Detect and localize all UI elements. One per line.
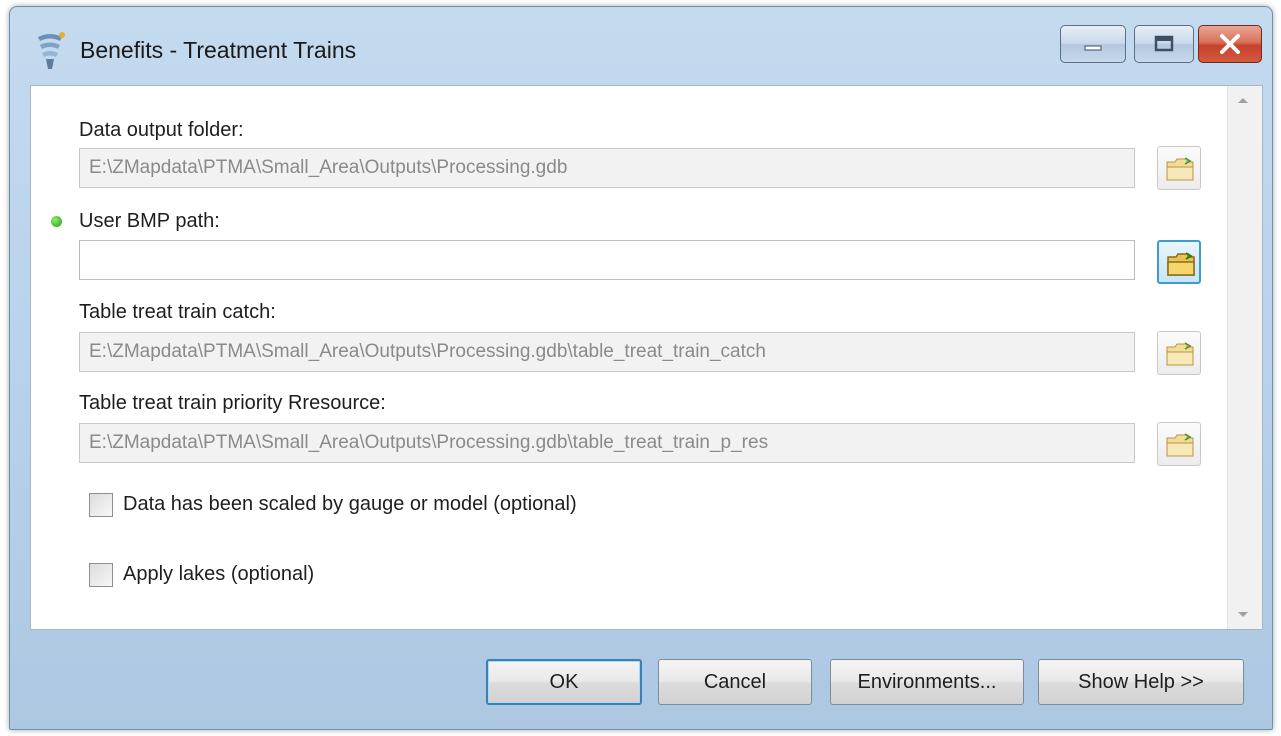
maximize-icon [1154, 35, 1174, 52]
folder-icon [1166, 157, 1194, 181]
folder-icon [1166, 342, 1194, 366]
dialog-window: Benefits - Treatment Trains Data output … [9, 6, 1273, 730]
minimize-button[interactable] [1060, 25, 1126, 63]
close-icon [1220, 34, 1240, 54]
table-treat-train-catch-input[interactable] [79, 332, 1135, 372]
data-output-folder-label: Data output folder: [79, 119, 244, 141]
title-bar[interactable]: Benefits - Treatment Trains [10, 7, 1272, 85]
show-help-button[interactable]: Show Help >> [1038, 659, 1244, 705]
maximize-button[interactable] [1134, 25, 1194, 63]
folder-icon [1167, 252, 1195, 276]
scroll-up-arrow-icon[interactable] [1238, 98, 1248, 103]
app-tool-icon [38, 32, 65, 69]
data-output-folder-browse-button[interactable] [1157, 146, 1201, 190]
minimize-icon [1084, 45, 1102, 51]
table-treat-train-priority-input[interactable] [79, 423, 1135, 463]
user-bmp-path-label: User BMP path: [79, 210, 220, 232]
window-title: Benefits - Treatment Trains [80, 37, 357, 63]
user-bmp-path-input[interactable] [79, 240, 1135, 280]
required-dot-icon [51, 216, 62, 227]
cancel-button[interactable]: Cancel [658, 659, 812, 705]
scaled-by-gauge-label: Data has been scaled by gauge or model (… [123, 493, 577, 515]
environments-button[interactable]: Environments... [830, 659, 1024, 705]
apply-lakes-checkbox[interactable] [89, 563, 113, 587]
table-treat-train-catch-label: Table treat train catch: [79, 301, 276, 323]
user-bmp-path-browse-button[interactable] [1157, 240, 1201, 284]
folder-icon [1166, 433, 1194, 457]
table-treat-train-catch-browse-button[interactable] [1157, 331, 1201, 375]
vertical-scrollbar[interactable] [1227, 86, 1262, 629]
ok-button[interactable]: OK [486, 659, 642, 705]
data-output-folder-input[interactable] [79, 148, 1135, 188]
close-button[interactable] [1198, 25, 1262, 63]
parameters-panel: Data output folder: User BMP path: Table… [30, 85, 1263, 630]
scroll-down-arrow-icon[interactable] [1238, 612, 1248, 617]
scaled-by-gauge-checkbox[interactable] [89, 493, 113, 517]
table-treat-train-priority-label: Table treat train priority Rresource: [79, 392, 386, 414]
table-treat-train-priority-browse-button[interactable] [1157, 422, 1201, 466]
apply-lakes-label: Apply lakes (optional) [123, 563, 315, 585]
